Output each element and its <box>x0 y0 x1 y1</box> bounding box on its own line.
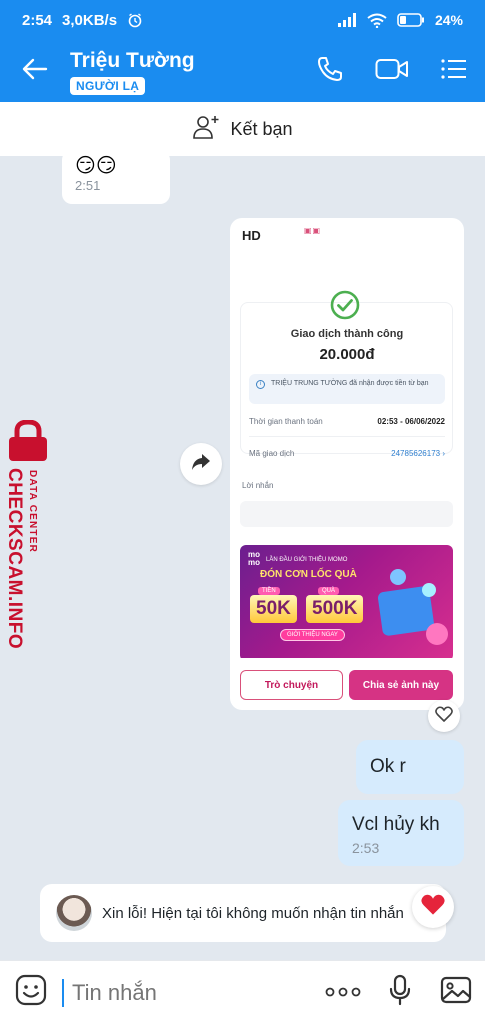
divider <box>249 436 445 437</box>
chat-menu-button[interactable] <box>423 40 485 102</box>
chat-header: Triệu Tường NGƯỜI LẠ <box>0 40 485 102</box>
promo-footer <box>240 658 453 666</box>
transaction-amount: 20.000đ <box>319 346 375 363</box>
payment-receipt-image[interactable]: HD ▣▣ Giao dịch thành công 20.000đ i TRI… <box>230 218 464 710</box>
outgoing-message[interactable]: Vcl hủy kh 2:53 <box>338 800 464 866</box>
decor-ball <box>422 583 436 597</box>
message-text: Vcl hủy kh <box>352 814 440 835</box>
signal-icon <box>337 13 357 27</box>
contact-name: Triệu Tường <box>70 48 195 72</box>
video-call-button[interactable] <box>361 40 423 102</box>
status-time: 2:54 <box>22 11 53 29</box>
message-input-bar <box>0 960 485 1024</box>
forward-arrow-icon <box>191 453 211 476</box>
success-check-icon <box>330 290 360 320</box>
phone-icon <box>316 55 344 88</box>
forward-button[interactable] <box>180 443 222 485</box>
send-image-button[interactable] <box>428 976 484 1009</box>
menu-list-icon <box>440 58 468 85</box>
heart-icon <box>420 893 446 921</box>
notice-text: Xin lỗi! Hiện tại tôi không muốn nhận ti… <box>102 904 404 922</box>
transaction-status: Giao dịch thành công <box>290 328 404 340</box>
contact-info[interactable]: Triệu Tường NGƯỜI LẠ <box>70 48 299 95</box>
microphone-icon <box>388 974 412 1011</box>
momo-promo-banner: mo mo LẦN ĐẦU GIỚI THIỆU MOMO ĐÓN CƠN LỐC… <box>240 545 453 661</box>
battery-icon <box>397 13 425 27</box>
hd-label: HD <box>242 228 261 243</box>
flag-icon: ▣▣ <box>304 226 322 235</box>
back-arrow-icon <box>22 58 48 85</box>
stranger-badge: NGƯỜI LẠ <box>70 76 146 95</box>
status-network-speed: 3,0KB/s <box>62 11 118 29</box>
info-icon: i <box>256 380 265 389</box>
transaction-id-row: Mã giao dịch 24785626173 › <box>249 449 445 458</box>
message-text: 😏😏 <box>75 155 117 177</box>
more-button[interactable] <box>314 984 372 1002</box>
message-time: 2:53 <box>352 840 380 856</box>
lock-watermark-icon <box>9 420 47 461</box>
add-friend-button[interactable]: Kết bạn <box>0 102 485 156</box>
message-box <box>240 501 453 527</box>
alarm-icon <box>127 12 143 28</box>
message-label: Lời nhắn <box>242 481 274 490</box>
message-text: Ok r <box>370 756 406 777</box>
voice-record-button[interactable] <box>372 974 428 1011</box>
decor-ball <box>390 569 406 585</box>
avatar[interactable] <box>56 895 92 931</box>
share-image-button[interactable]: Chia sẻ ảnh này <box>349 670 453 700</box>
voice-call-button[interactable] <box>299 40 361 102</box>
sticker-button[interactable] <box>0 974 62 1011</box>
incoming-message[interactable]: 😏😏 2:51 <box>62 150 170 204</box>
image-icon <box>440 976 472 1009</box>
react-button[interactable] <box>428 700 460 732</box>
heart-reaction-button[interactable] <box>412 886 454 928</box>
video-call-icon <box>375 57 409 86</box>
battery-level: 24 <box>434 12 451 28</box>
wifi-icon <box>367 13 387 28</box>
more-dots-icon <box>325 984 361 1002</box>
heart-outline-icon <box>435 705 453 727</box>
chat-button[interactable]: Trò chuyện <box>240 670 343 700</box>
outgoing-message[interactable]: Ok r <box>356 740 464 794</box>
message-input[interactable] <box>64 972 304 1013</box>
sticker-icon <box>15 974 47 1011</box>
add-user-icon <box>192 114 220 145</box>
momo-logo: mo mo <box>248 550 260 567</box>
message-time: 2:51 <box>75 178 101 193</box>
status-bar: 2:54 3,0KB/s 24% <box>0 0 485 40</box>
payment-time-row: Thời gian thanh toán 02:53 - 06/06/2022 <box>249 417 445 426</box>
transaction-note: i TRIỆU TRUNG TƯỜNG đã nhận được tiền từ… <box>249 374 445 404</box>
add-friend-label: Kết bạn <box>230 118 293 139</box>
watermark-site: CHECKSCAM.INFO <box>4 468 25 650</box>
blocked-notice: Xin lỗi! Hiện tại tôi không muốn nhận ti… <box>40 884 446 942</box>
watermark-label: DATA CENTER <box>27 470 38 554</box>
back-button[interactable] <box>0 40 70 102</box>
decor-ball <box>426 623 448 645</box>
